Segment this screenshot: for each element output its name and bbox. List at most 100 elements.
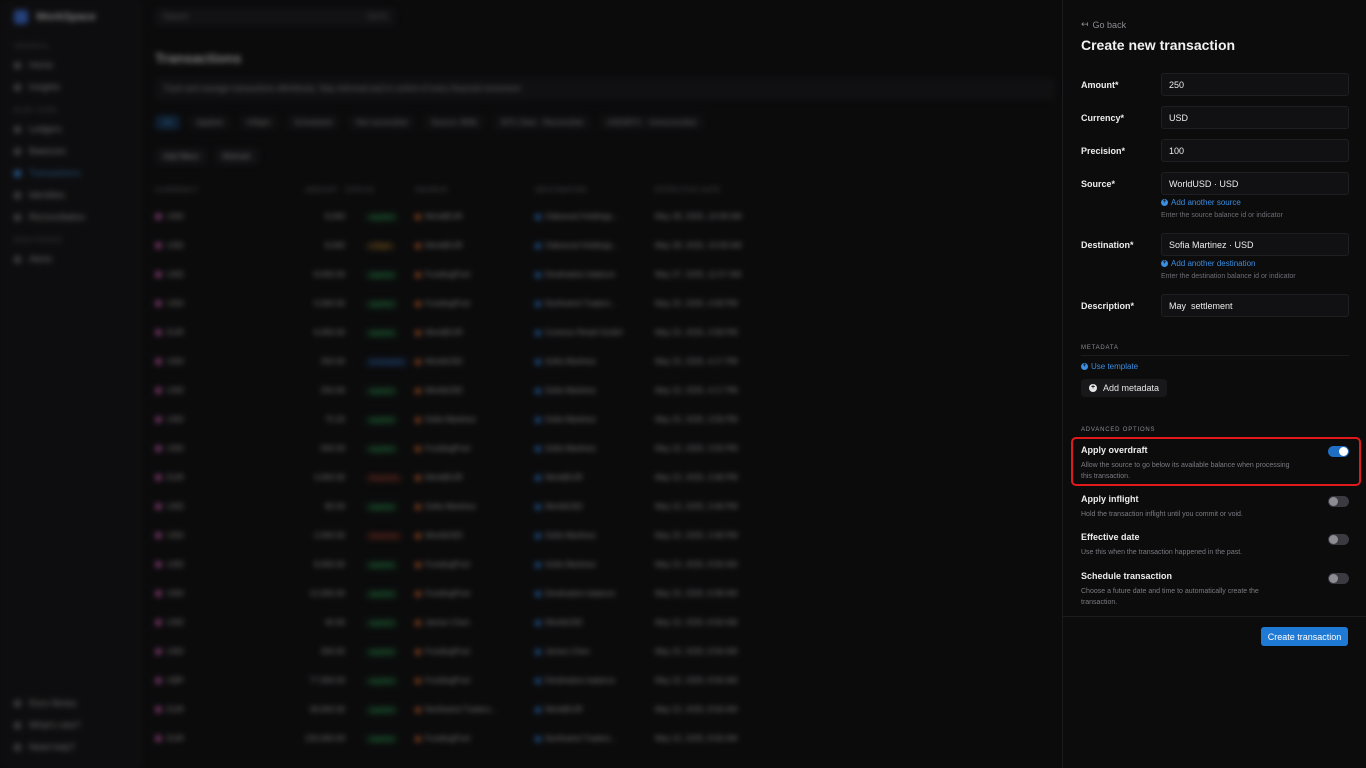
destination-field[interactable]: Sofia Martinez · USD [1161,233,1349,256]
destination-text: WorldEUR [545,473,583,482]
sidebar-bottom-item[interactable]: Need help? [0,736,140,758]
precision-field[interactable]: 100 [1161,139,1349,162]
apply-inflight-toggle[interactable] [1328,496,1349,507]
amount-cell: 80.00 [324,502,345,511]
sidebar-item-balances[interactable]: Balances [0,140,140,162]
nav-icon [14,61,21,69]
sidebar-item-label: Balances [29,146,67,156]
add-another-destination-link[interactable]: + Add another destination [1161,259,1256,268]
filter-chip[interactable]: Scheduled [286,115,340,130]
table-row[interactable]: USD 250.00 Applied WorldUSD Sofia Martinez Ma… [155,376,1055,405]
table-row[interactable]: EUR 6,000.00 Applied WorldEUR Contoso Retail… [155,318,1055,347]
balance-icon [535,590,541,597]
destination-cell: WorldEUR [535,473,655,482]
create-transaction-panel: ↤ Go back Create new transaction Amount*… [1062,0,1366,768]
source-text: FundingPool [425,647,470,656]
status-badge: Applied [365,328,399,338]
balance-icon [415,561,421,568]
table-row[interactable]: USD 8,000.00 Applied FundingPool Sofia Marti… [155,550,1055,579]
table-row[interactable]: USD 75.20 Applied Sofia Martinez Sofia Marti… [155,405,1055,434]
filter-chip[interactable]: Inflight [238,115,279,130]
status-cell: Applied [345,734,415,744]
table-body: USD 8,000 Applied WorldEUR Oakwood Holdings.… [155,202,1055,753]
go-back-link[interactable]: ↤ Go back [1081,19,1126,30]
plus-circle-icon: + [1161,199,1168,206]
description-field[interactable]: May settlement [1161,294,1349,317]
sidebar-section-heading: GENERAL [14,44,50,50]
table-row[interactable]: EUR 220,000.00 Applied FundingPool Northwind… [155,724,1055,753]
destination-text: Sofia Martinez [545,531,597,540]
filter-chip[interactable]: USD/BTC · Unreconciled [598,115,704,130]
workspace-logo-icon [14,10,28,24]
sidebar-item-ledgers[interactable]: Ledgers [0,118,140,140]
table-row[interactable]: USD 500.00 Applied FundingPool Sofia Martine… [155,434,1055,463]
workspace-switcher[interactable]: WorkSpace [0,0,140,34]
effective-date-toggle[interactable] [1328,534,1349,545]
sidebar-bottom-item[interactable]: What's new? [0,714,140,736]
description-label: Description* [1081,301,1135,311]
date-cell: May 22, 2025, 3:50 PM [655,444,738,453]
table-row[interactable]: USD 2,000.00 Rejected WorldUSD Sofia Martine… [155,521,1055,550]
currency-cell: EUR [155,734,305,743]
balance-icon [415,474,421,481]
amount-cell: 75.20 [324,415,345,424]
filter-chip[interactable]: Applied [187,115,231,130]
sidebar-item-transactions[interactable]: Transactions [0,162,140,184]
balance-icon [535,561,541,568]
metadata-heading: METADATA [1081,345,1349,356]
sidebar-item-identities[interactable]: Identities [0,184,140,206]
table-row[interactable]: USD 40.00 Applied James Chen WorldUSD May 22,… [155,608,1055,637]
create-transaction-button[interactable]: Create transaction [1261,627,1348,646]
option-title: Apply inflight [1081,494,1139,504]
table-row[interactable]: USD 8,000 Inflight WorldEUR Oakwood Holdings… [155,231,1055,260]
status-cell: Rejected [345,473,415,483]
option-description: Choose a future date and time to automat… [1081,588,1259,606]
sidebar-bottom-item[interactable]: Docs library [0,692,140,714]
filter-chip[interactable]: BTC Dest · Reconciled [493,115,591,130]
currency-cell: GBP [155,676,305,685]
currency-icon [155,619,162,626]
source-cell: FundingPool [415,734,535,743]
status-badge: Applied [365,415,399,425]
source-text: FundingPool [425,270,470,279]
table-row[interactable]: USD 200.00 Applied FundingPool James Chen May… [155,637,1055,666]
amount-field[interactable]: 250 [1161,73,1349,96]
destination-cell: WorldUSD [535,502,655,511]
refresh-button[interactable]: Refresh [214,148,259,165]
balance-icon [415,329,421,336]
filter-chip[interactable]: Not reconciled [347,115,416,130]
use-template-link[interactable]: + Use template [1081,362,1138,371]
table-row[interactable]: USD 5,000.00 Applied FundingPool Northwind T… [155,289,1055,318]
sidebar-item-alerts[interactable]: Alerts [0,248,140,270]
add-another-source-link[interactable]: + Add another source [1161,198,1241,207]
sidebar-item-reconciliation[interactable]: Reconciliation [0,206,140,228]
table-row[interactable]: EUR 28,000.00 Applied Northwind Traders... W… [155,695,1055,724]
table-row[interactable]: USD 8,000.00 Applied FundingPool Destination… [155,260,1055,289]
currency-cell: USD [155,415,305,424]
currency-cell: USD [155,502,305,511]
status-cell: Applied [345,676,415,686]
destination-cell: James Chen [535,647,655,656]
table-row[interactable]: GBP 77,000.00 Applied FundingPool Destinatio… [155,666,1055,695]
table-row[interactable]: USD 250.00 Scheduled WorldUSD Sofia Martinez… [155,347,1055,376]
filter-chip[interactable]: All [155,115,180,130]
table-row[interactable]: EUR 4,000.00 Rejected WorldEUR WorldEUR May 2… [155,463,1055,492]
currency-text: EUR [167,734,184,743]
add-filters-button[interactable]: Add filters [155,148,207,165]
table-row[interactable]: USD 80.00 Applied Sofia Martinez WorldUSD May… [155,492,1055,521]
schedule-transaction-toggle[interactable] [1328,573,1349,584]
filter-chip[interactable]: Source: BNK [423,115,486,130]
table-row[interactable]: USD 8,000 Applied WorldEUR Oakwood Holdings.… [155,202,1055,231]
currency-field[interactable]: USD [1161,106,1349,129]
search-input[interactable]: Search Ctrl K [155,8,395,26]
sidebar-item-label: Transactions [29,168,81,178]
sidebar-item-home[interactable]: Home [0,54,140,76]
option-title: Schedule transaction [1081,571,1173,581]
date-cell: May 22, 2025, 3:48 PM [655,473,738,482]
balance-icon [535,532,541,539]
table-row[interactable]: USD 12,000.00 Applied FundingPool Destinatio… [155,579,1055,608]
source-field[interactable]: WorldUSD · USD [1161,172,1349,195]
currency-cell: USD [155,270,305,279]
sidebar-item-insights[interactable]: Insights [0,76,140,98]
add-metadata-button[interactable]: + Add metadata [1081,379,1168,397]
